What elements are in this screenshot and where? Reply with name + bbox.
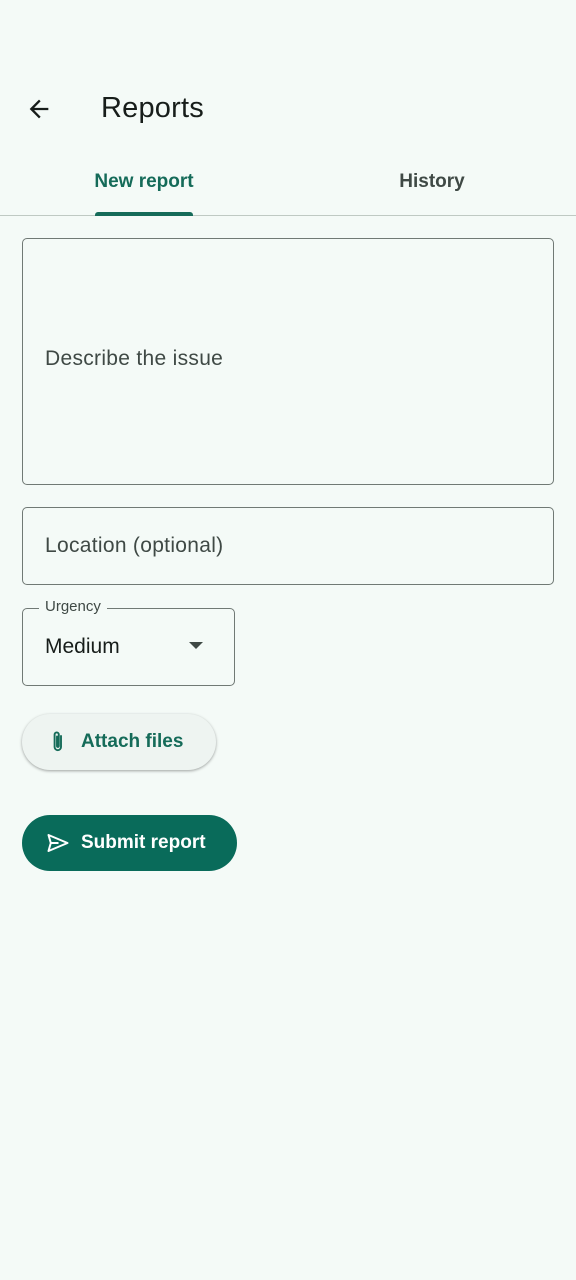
tab-history-label: History xyxy=(399,170,465,192)
urgency-value: Medium xyxy=(45,635,120,658)
location-field[interactable]: Location (optional) xyxy=(22,507,554,585)
paperclip-icon xyxy=(53,731,62,752)
submit-report-label: Submit report xyxy=(81,832,206,853)
attach-files-button[interactable]: Attach files xyxy=(22,714,216,770)
submit-report-button[interactable]: Submit report xyxy=(22,815,237,871)
urgency-label: Urgency xyxy=(39,598,107,615)
arrow-back-icon xyxy=(29,99,49,119)
tab-new-report[interactable]: New report xyxy=(0,148,288,215)
tab-new-report-label: New report xyxy=(94,170,194,192)
page-title: Reports xyxy=(101,92,204,124)
tab-bar: New report History xyxy=(0,148,576,216)
attach-files-label: Attach files xyxy=(81,731,184,752)
description-placeholder: Describe the issue xyxy=(45,347,224,370)
description-field[interactable]: Describe the issue xyxy=(22,238,554,485)
top-app-bar: Reports xyxy=(0,70,576,148)
dropdown-arrow-icon xyxy=(189,642,203,649)
location-placeholder: Location (optional) xyxy=(45,534,224,557)
urgency-dropdown[interactable]: Urgency Medium xyxy=(22,598,235,686)
send-icon xyxy=(47,834,69,852)
back-button[interactable] xyxy=(18,88,60,130)
tab-history[interactable]: History xyxy=(288,148,576,215)
tab-indicator xyxy=(95,212,193,216)
